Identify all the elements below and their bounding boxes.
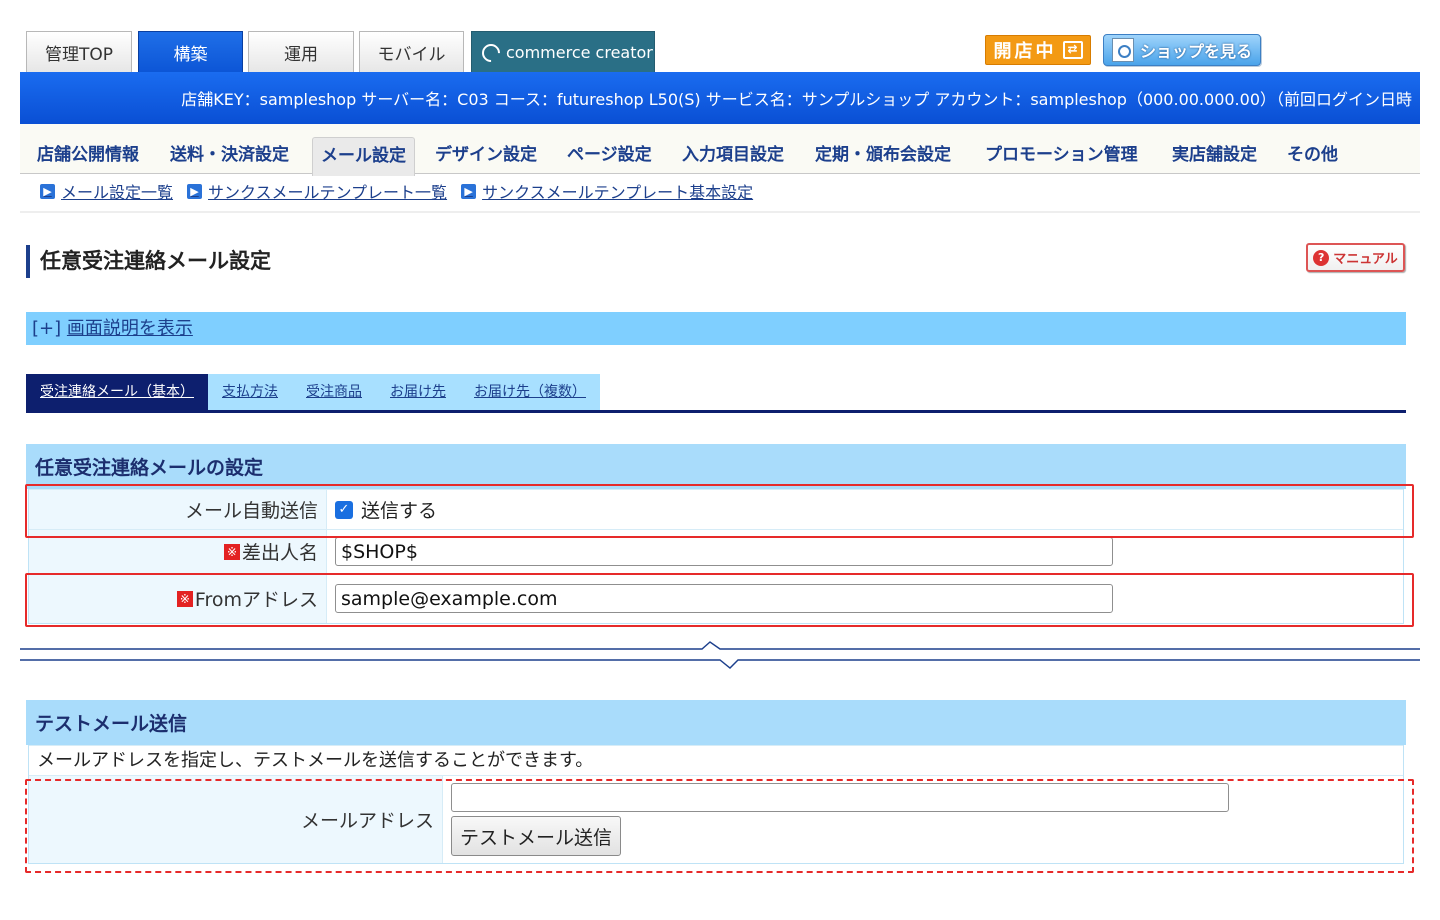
from-label: Fromアドレス: [194, 589, 318, 611]
link-label: サンクスメールテンプレート一覧: [208, 183, 448, 202]
from-value-cell: sample@example.com: [327, 574, 1403, 623]
test-mail-note: メールアドレスを指定し、テストメールを送信することができます。: [29, 745, 1403, 775]
tab-admin-top[interactable]: 管理TOP: [26, 31, 132, 73]
test-address-label: メールアドレス: [29, 776, 443, 863]
nav-page-settings[interactable]: ページ設定: [567, 140, 652, 165]
swap-icon: ⇄: [1062, 41, 1083, 59]
nav-subscription[interactable]: 定期・頒布会設定: [815, 140, 951, 165]
link-label: サンクスメールテンプレート基本設定: [482, 183, 754, 202]
auto-send-row: メール自動送信 ✓ 送信する: [29, 489, 1403, 529]
link-mail-settings-list[interactable]: ▶ メール設定一覧: [40, 180, 173, 202]
sender-label: 差出人名: [241, 542, 318, 564]
test-mail-form: メールアドレスを指定し、テストメールを送信することができます。 メールアドレス …: [28, 745, 1404, 864]
settings-form: メール自動送信 ✓ 送信する ※ 差出人名 $SHOP$ ※ Fromアドレス …: [28, 489, 1404, 624]
show-description-link[interactable]: 画面説明を表示: [67, 318, 193, 339]
auto-send-option: 送信する: [361, 500, 438, 522]
description-bar: [+] 画面説明を表示: [26, 312, 1406, 345]
account-info-bar: 店舗KEY：sampleshop サーバー名：C03 コース：futuresho…: [20, 72, 1420, 124]
nav-promotion[interactable]: プロモーション管理: [985, 140, 1138, 165]
from-address-input[interactable]: sample@example.com: [335, 584, 1113, 613]
auto-send-label: メール自動送信: [29, 490, 327, 529]
breadcrumb: ▶ メール設定一覧 ▶ サンクスメールテンプレート一覧 ▶ サンクスメールテンプ…: [40, 180, 753, 202]
nav-real-store[interactable]: 実店舗設定: [1172, 140, 1257, 165]
tab-build[interactable]: 構築: [138, 31, 243, 73]
commerce-creator-logo-icon: [478, 39, 504, 66]
arrow-right-icon: ▶: [461, 183, 477, 199]
view-shop-label: ショップを見る: [1140, 42, 1253, 61]
send-test-mail-button[interactable]: テストメール送信: [451, 816, 622, 856]
nav-shipping-payment[interactable]: 送料・決済設定: [170, 140, 289, 165]
view-shop-button[interactable]: ショップを見る: [1103, 34, 1261, 66]
tab-commerce-creator[interactable]: commerce creator: [471, 31, 655, 73]
manual-label: マニュアル: [1333, 252, 1398, 267]
tab-payment[interactable]: 支払方法: [208, 374, 292, 410]
nav-other[interactable]: その他: [1287, 140, 1338, 165]
mail-sub-tabs: 受注連絡メール（基本） 支払方法 受注商品 お届け先 お届け先（複数）: [26, 374, 600, 410]
tab-delivery-multiple[interactable]: お届け先（複数）: [460, 374, 600, 410]
nav-design-settings[interactable]: デザイン設定: [435, 140, 537, 165]
sender-label-cell: ※ 差出人名: [29, 530, 327, 573]
tab-operation[interactable]: 運用: [248, 31, 354, 73]
test-address-input[interactable]: [451, 783, 1229, 812]
from-row: ※ Fromアドレス sample@example.com: [29, 573, 1403, 623]
auto-send-checkbox[interactable]: ✓: [335, 500, 353, 519]
manual-button[interactable]: ? マニュアル: [1306, 243, 1405, 272]
link-thanks-template-basic[interactable]: ▶ サンクスメールテンプレート基本設定: [461, 180, 753, 202]
tab-delivery[interactable]: お届け先: [376, 374, 460, 410]
tab-basic[interactable]: 受注連絡メール（基本）: [26, 374, 208, 410]
sender-value-cell: $SHOP$: [327, 530, 1403, 573]
link-label: メール設定一覧: [61, 183, 174, 202]
sender-row: ※ 差出人名 $SHOP$: [29, 529, 1403, 573]
nav-store-info[interactable]: 店舗公開情報: [37, 140, 139, 165]
tab-products[interactable]: 受注商品: [292, 374, 376, 410]
auto-send-value: ✓ 送信する: [327, 490, 1403, 529]
from-label-cell: ※ Fromアドレス: [29, 574, 327, 623]
status-badge-label: 開店中: [993, 41, 1057, 62]
test-address-row: メールアドレス テストメール送信: [29, 775, 1403, 863]
test-address-value: テストメール送信: [443, 776, 1403, 863]
tab-mobile[interactable]: モバイル: [359, 31, 464, 73]
required-mark: ※: [223, 543, 240, 560]
main-nav: 店舗公開情報 送料・決済設定 メール設定 デザイン設定 ページ設定 入力項目設定…: [20, 124, 1420, 176]
section-break-divider: [20, 641, 1420, 669]
search-page-icon: [1112, 38, 1134, 62]
settings-section-title: 任意受注連絡メールの設定: [26, 444, 1406, 489]
required-mark: ※: [176, 590, 193, 607]
arrow-right-icon: ▶: [187, 183, 203, 199]
test-mail-title: テストメール送信: [26, 700, 1406, 745]
nav-mail-settings[interactable]: メール設定: [312, 137, 415, 176]
status-badge[interactable]: 開店中 ⇄: [985, 35, 1091, 65]
commerce-creator-label: commerce creator: [506, 43, 653, 62]
link-thanks-template-list[interactable]: ▶ サンクスメールテンプレート一覧: [187, 180, 447, 202]
page-title: 任意受注連絡メール設定: [26, 245, 271, 278]
tab-underline: [26, 410, 1406, 413]
nav-input-fields[interactable]: 入力項目設定: [682, 140, 784, 165]
divider: [20, 211, 1420, 213]
arrow-right-icon: ▶: [40, 183, 55, 199]
account-info-text: 店舗KEY：sampleshop サーバー名：C03 コース：futuresho…: [181, 90, 1412, 109]
help-icon: ?: [1313, 249, 1330, 266]
sender-name-input[interactable]: $SHOP$: [335, 537, 1113, 566]
expand-marker: [+]: [32, 318, 62, 339]
